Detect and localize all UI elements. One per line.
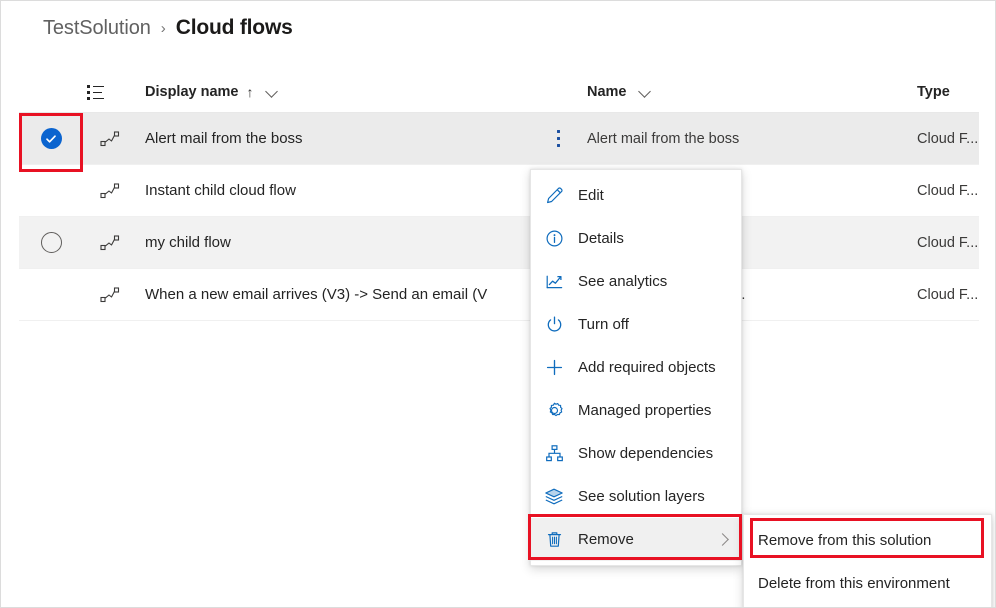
info-circle-icon — [543, 228, 565, 250]
cloud-flows-page: TestSolution › Cloud flows Display name … — [0, 0, 996, 608]
row-checkbox-cell[interactable] — [19, 165, 83, 216]
checkbox-unchecked-icon[interactable] — [41, 232, 62, 253]
menu-item-label: Show dependencies — [578, 445, 713, 462]
row-name: Alert mail from the boss — [587, 113, 739, 164]
row-type: Cloud F... — [917, 113, 978, 164]
table-row[interactable]: Instant child cloud flow Cloud F... — [19, 165, 979, 217]
flow-icon — [83, 165, 137, 216]
chevron-down-icon[interactable] — [266, 85, 279, 98]
flow-icon — [83, 269, 137, 320]
menu-item-edit[interactable]: Edit — [531, 174, 741, 217]
column-header-display-name[interactable]: Display name ↑ — [145, 71, 279, 112]
row-type: Cloud F... — [917, 217, 978, 268]
hierarchy-icon — [543, 443, 565, 465]
table-row[interactable]: my child flow Cloud F... — [19, 217, 979, 269]
table-row[interactable]: Alert mail from the boss Alert mail from… — [19, 113, 979, 165]
remove-submenu: Remove from this solution Delete from th… — [743, 514, 992, 608]
layers-icon — [543, 486, 565, 508]
column-header-name-label: Name — [587, 84, 627, 100]
breadcrumb-separator-icon: › — [161, 21, 166, 36]
menu-item-managed-properties[interactable]: Managed properties — [531, 389, 741, 432]
breadcrumb: TestSolution › Cloud flows — [43, 13, 293, 43]
menu-item-remove[interactable]: Remove — [531, 518, 741, 561]
pencil-icon — [543, 185, 565, 207]
page-title: Cloud flows — [176, 16, 293, 40]
sort-ascending-icon: ↑ — [247, 84, 254, 100]
ellipsis-vertical-icon — [557, 130, 561, 148]
submenu-item-label: Delete from this environment — [758, 575, 950, 592]
checkbox-checked-icon[interactable] — [41, 128, 62, 149]
breadcrumb-parent[interactable]: TestSolution — [43, 17, 151, 40]
grid-body: Alert mail from the boss Alert mail from… — [19, 113, 979, 321]
trash-icon — [543, 529, 565, 551]
row-checkbox-cell[interactable] — [19, 217, 83, 268]
gear-icon — [543, 400, 565, 422]
flow-icon — [83, 217, 137, 268]
menu-item-label: Details — [578, 230, 624, 247]
analytics-icon — [543, 271, 565, 293]
context-menu: Edit Details See analytics Turn off Add — [530, 169, 742, 566]
menu-item-label: Add required objects — [578, 359, 716, 376]
plus-icon — [543, 357, 565, 379]
row-display-name[interactable]: When a new email arrives (V3) -> Send an… — [145, 269, 487, 320]
column-header-type[interactable]: Type — [917, 71, 950, 112]
menu-item-label: See analytics — [578, 273, 667, 290]
menu-item-see-analytics[interactable]: See analytics — [531, 260, 741, 303]
row-checkbox-cell[interactable] — [19, 269, 83, 320]
submenu-item-label: Remove from this solution — [758, 532, 931, 549]
menu-item-label: Managed properties — [578, 402, 711, 419]
row-type: Cloud F... — [917, 269, 978, 320]
menu-item-show-dependencies[interactable]: Show dependencies — [531, 432, 741, 475]
column-header-select[interactable] — [87, 71, 104, 112]
menu-item-label: See solution layers — [578, 488, 705, 505]
power-icon — [543, 314, 565, 336]
menu-item-label: Turn off — [578, 316, 629, 333]
row-display-name[interactable]: my child flow — [145, 217, 231, 268]
list-view-icon — [87, 84, 104, 100]
submenu-item-delete-from-environment[interactable]: Delete from this environment — [744, 562, 991, 605]
flow-icon — [83, 113, 137, 164]
menu-item-label: Edit — [578, 187, 604, 204]
row-type: Cloud F... — [917, 165, 978, 216]
chevron-right-icon — [716, 533, 729, 546]
row-display-name[interactable]: Alert mail from the boss — [145, 113, 303, 164]
row-display-name[interactable]: Instant child cloud flow — [145, 165, 296, 216]
row-checkbox-cell[interactable] — [19, 113, 83, 164]
grid-header-row: Display name ↑ Name Type — [19, 71, 979, 113]
column-header-type-label: Type — [917, 84, 950, 100]
row-more-actions-button[interactable] — [539, 113, 579, 164]
menu-item-add-required-objects[interactable]: Add required objects — [531, 346, 741, 389]
menu-item-see-solution-layers[interactable]: See solution layers — [531, 475, 741, 518]
menu-item-label: Remove — [578, 531, 634, 548]
menu-item-details[interactable]: Details — [531, 217, 741, 260]
column-header-display-name-label: Display name — [145, 84, 239, 100]
column-header-name[interactable]: Name — [587, 71, 652, 112]
chevron-down-icon[interactable] — [639, 85, 652, 98]
table-row[interactable]: When a new email arrives (V3) -> Send an… — [19, 269, 979, 321]
menu-item-turn-off[interactable]: Turn off — [531, 303, 741, 346]
submenu-item-remove-from-solution[interactable]: Remove from this solution — [744, 519, 991, 562]
